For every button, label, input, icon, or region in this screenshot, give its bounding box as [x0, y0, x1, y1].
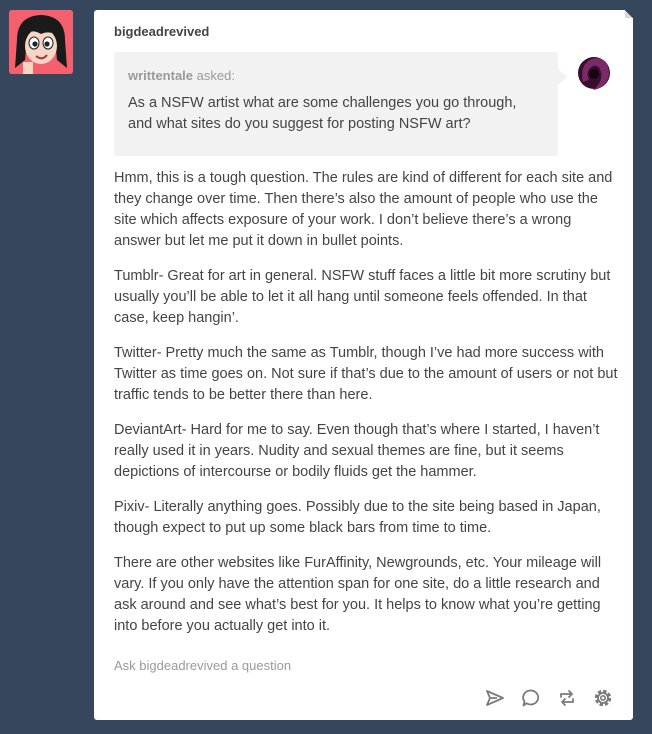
avatar-image: [9, 10, 73, 74]
post-username[interactable]: bigdeadrevived: [114, 24, 209, 39]
answer-body: Hmm, this is a tough question. The rules…: [114, 168, 619, 651]
ask-question: As a NSFW artist what are some challenge…: [128, 95, 517, 132]
asker-avatar-image: [573, 52, 615, 94]
answer-paragraph: There are other websites like FurAffinit…: [114, 555, 602, 634]
ask-question-link[interactable]: Ask bigdeadrevived a question: [114, 658, 291, 673]
answer-paragraph: Tumblr- Great for art in general. NSFW s…: [114, 268, 611, 326]
asker-avatar[interactable]: [573, 52, 615, 94]
answer-paragraph: Pixiv- Literally anything goes. Possibly…: [114, 499, 601, 536]
reply-icon[interactable]: [521, 688, 541, 708]
reblog-icon[interactable]: [557, 688, 577, 708]
ask-bubble-tail: [558, 69, 567, 85]
share-icon[interactable]: [485, 688, 505, 708]
asked-label: asked:: [193, 68, 235, 83]
ask-post-card: bigdeadrevived writtentale asked: As a N…: [94, 10, 633, 720]
answer-paragraph: DeviantArt- Hard for me to say. Even tho…: [114, 422, 600, 480]
settings-icon[interactable]: [593, 688, 613, 708]
asker-name[interactable]: writtentale: [128, 68, 193, 83]
answer-paragraph: Twitter- Pretty much the same as Tumblr,…: [114, 345, 618, 403]
post-actions: [485, 688, 613, 708]
answer-paragraph: Hmm, this is a tough question. The rules…: [114, 170, 613, 249]
blog-avatar[interactable]: [9, 10, 73, 74]
asker-line: writtentale asked:: [128, 68, 544, 83]
ask-box: writtentale asked: As a NSFW artist what…: [114, 52, 558, 156]
post-corner-fold: [625, 10, 633, 18]
